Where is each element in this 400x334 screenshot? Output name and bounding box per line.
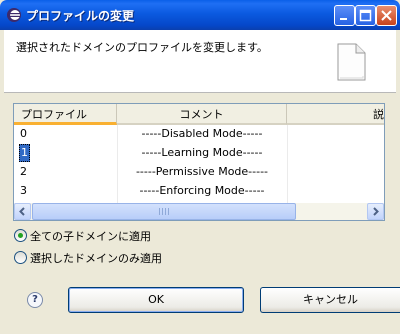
maximize-button[interactable] bbox=[355, 5, 376, 26]
profile-id-cell: 0 bbox=[20, 127, 27, 140]
radio-button[interactable] bbox=[14, 251, 27, 264]
table-header: プロファイル コメント 説 bbox=[14, 104, 384, 125]
document-icon bbox=[334, 42, 368, 82]
grip-line bbox=[162, 208, 163, 215]
horizontal-scrollbar[interactable] bbox=[14, 203, 384, 220]
grip-line bbox=[168, 208, 169, 215]
scroll-thumb[interactable] bbox=[32, 203, 296, 220]
chevron-right-icon bbox=[373, 207, 379, 216]
profile-id-cell: 2 bbox=[20, 165, 27, 178]
column-header-description[interactable]: 説 bbox=[287, 104, 384, 125]
table-row[interactable]: 3 -----Enforcing Mode----- bbox=[14, 182, 384, 200]
radio-selected-dot bbox=[18, 233, 23, 238]
dialog-header: 選択されたドメインのプロファイルを変更します。 bbox=[4, 30, 396, 93]
column-header-comment[interactable]: コメント bbox=[117, 104, 287, 125]
comment-cell: -----Disabled Mode----- bbox=[141, 127, 263, 140]
table-row-selected[interactable]: 1 -----Learning Mode----- bbox=[14, 144, 384, 162]
table-row[interactable]: 0 -----Disabled Mode----- bbox=[14, 125, 384, 143]
close-button[interactable] bbox=[376, 5, 397, 26]
scroll-left-button[interactable] bbox=[14, 203, 31, 220]
help-icon[interactable]: ? bbox=[27, 292, 43, 308]
title-bar[interactable]: プロファイルの変更 bbox=[0, 0, 400, 30]
header-description: 選択されたドメインのプロファイルを変更します。 bbox=[16, 41, 268, 54]
comment-cell: -----Learning Mode----- bbox=[141, 146, 263, 159]
comment-cell: -----Permissive Mode----- bbox=[135, 165, 269, 178]
ok-button[interactable]: OK bbox=[68, 287, 244, 313]
radio-button[interactable] bbox=[14, 229, 27, 242]
profile-id-cell: 1 bbox=[19, 144, 30, 162]
grip-line bbox=[159, 208, 160, 215]
profile-table[interactable]: プロファイル コメント 説 0 -----Disabled Mode----- … bbox=[13, 103, 385, 221]
scroll-right-button[interactable] bbox=[367, 203, 384, 220]
cancel-button[interactable]: キャンセル bbox=[260, 287, 400, 313]
window-title: プロファイルの変更 bbox=[26, 9, 135, 23]
eclipse-icon bbox=[6, 7, 22, 23]
radio-label[interactable]: 選択したドメインのみ適用 bbox=[30, 250, 162, 266]
chevron-left-icon bbox=[19, 207, 25, 216]
comment-cell: -----Enforcing Mode----- bbox=[139, 184, 265, 197]
minimize-button[interactable] bbox=[334, 5, 355, 26]
column-header-profile[interactable]: プロファイル bbox=[14, 104, 117, 125]
table-row[interactable]: 2 -----Permissive Mode----- bbox=[14, 163, 384, 181]
profile-id-cell: 3 bbox=[20, 184, 27, 197]
radio-label[interactable]: 全ての子ドメインに適用 bbox=[30, 228, 151, 244]
dialog-window: プロファイルの変更 選択されたドメインのプロファイルを変更します。 プロファイル… bbox=[0, 0, 400, 334]
grip-line bbox=[165, 208, 166, 215]
